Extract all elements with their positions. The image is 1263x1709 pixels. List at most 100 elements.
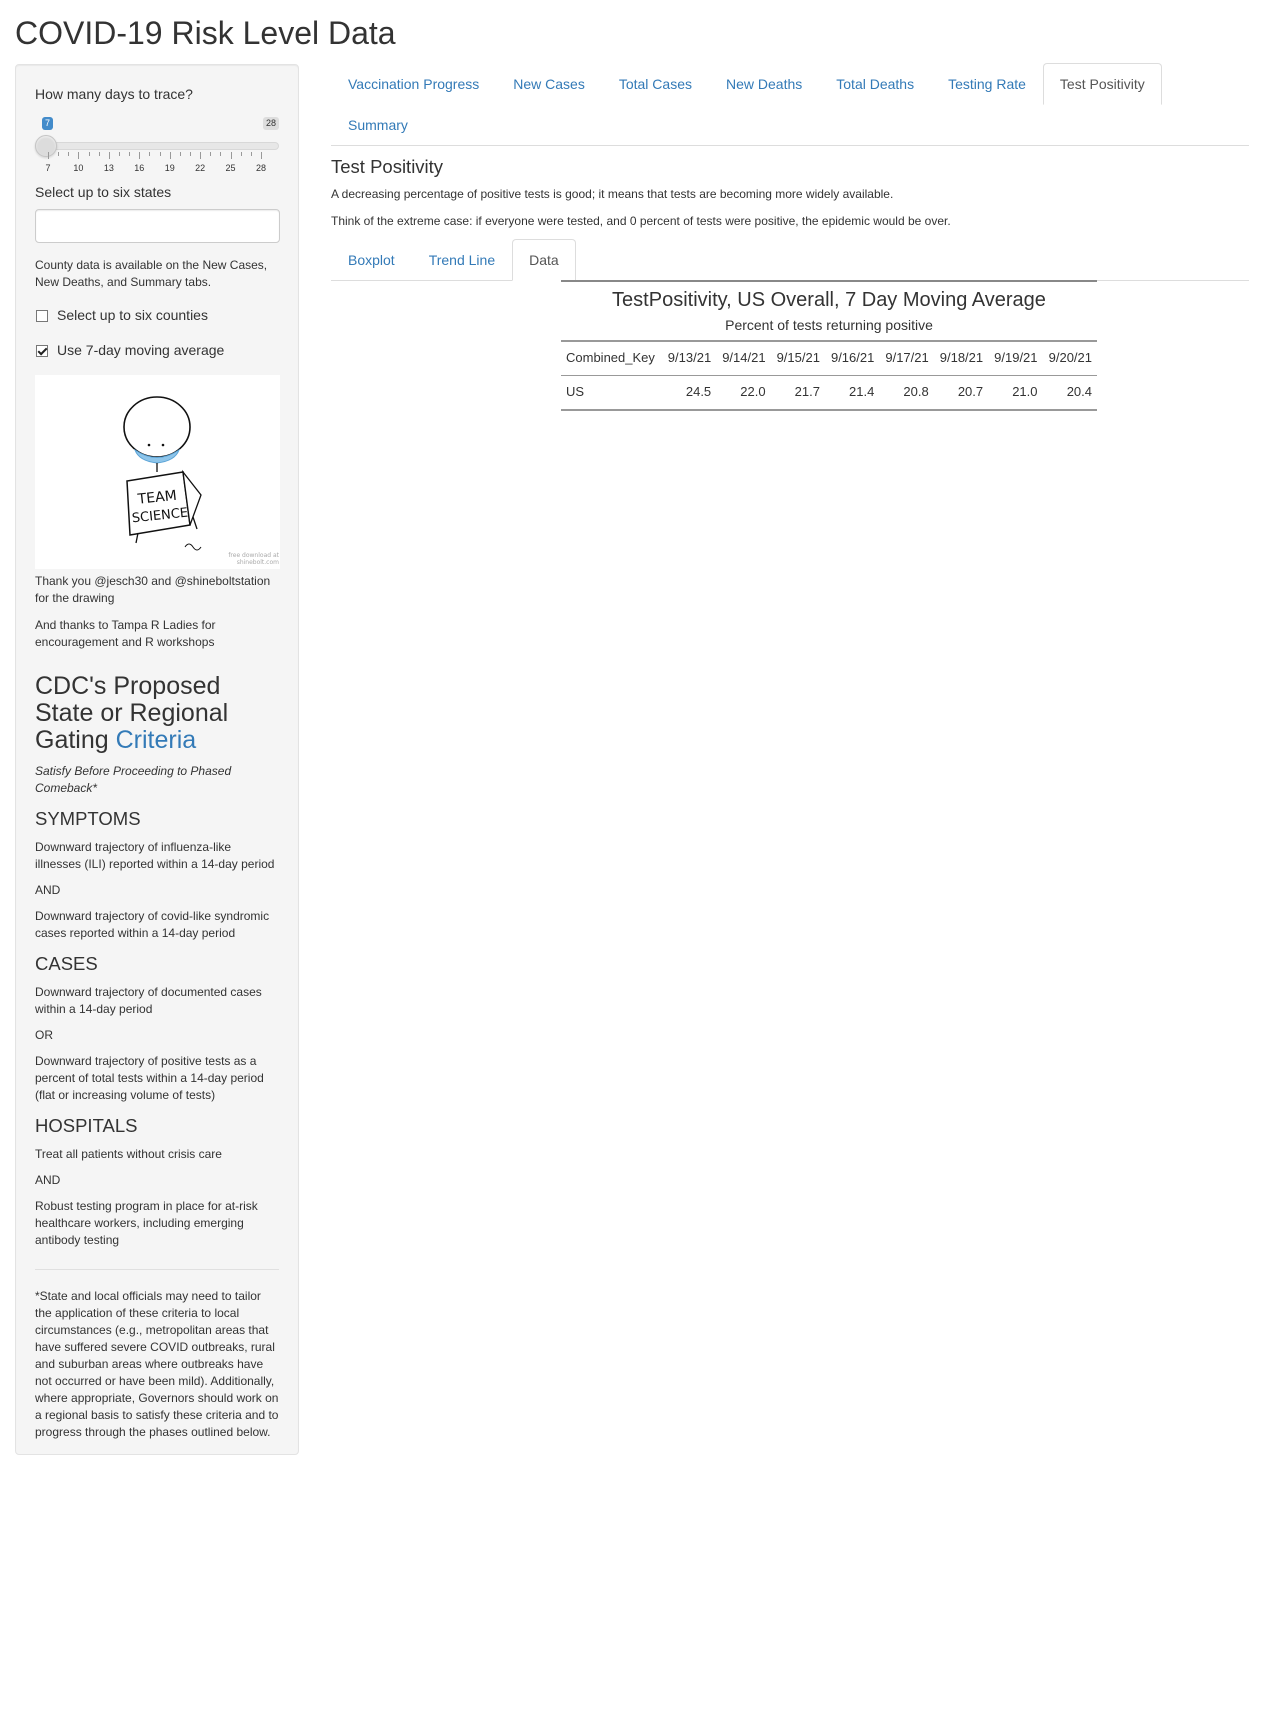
table-row: US 24.5 22.0 21.7 21.4 20.8 20.7 21.0 20.4 [561,375,1097,411]
slider-tick-label: 13 [103,163,114,174]
thanks-drawing-text: Thank you @jesch30 and @shineboltstation… [35,573,271,605]
slider-tick-label: 10 [73,163,84,174]
hospitals-text-2: Robust testing program in place for at-r… [35,1198,258,1247]
slider-tick [98,152,100,157]
days-slider[interactable]: 7 28 7 10 13 16 19 22 25 28 [35,110,279,173]
days-slider-label: How many days to trace? [35,86,193,102]
panel-text-1: A decreasing percentage of positive test… [331,187,894,201]
tab-vaccination-progress[interactable]: Vaccination Progress [331,63,496,105]
symptoms-heading: SYMPTOMS [35,807,141,829]
slider-tick [68,152,70,157]
slider-tick [179,152,181,157]
page-title: COVID-19 Risk Level Data [15,15,396,51]
table-cell: 21.4 [824,375,880,411]
table-header-cell: 9/18/21 [933,339,989,376]
table-cell: US [561,375,662,411]
data-table-container: TestPositivity, US Overall, 7 Day Moving… [561,280,1097,411]
data-table: Combined_Key 9/13/21 9/14/21 9/15/21 9/16/21… [561,339,1097,411]
slider-tick-label: 16 [134,163,145,174]
cases-or: OR [35,1027,53,1042]
moving-average-checkbox[interactable] [36,344,48,357]
slider-tick [78,152,80,160]
panel-title: Test Positivity [331,156,444,177]
tab-new-deaths[interactable]: New Deaths [709,63,819,105]
slider-ticks [48,152,262,160]
slider-track[interactable] [38,142,279,151]
table-subtitle: Percent of tests returning positive [725,317,933,333]
slider-tick [139,152,141,160]
slider-tick-label: 19 [164,163,175,174]
slider-tick [129,152,131,157]
table-cell: 21.0 [988,375,1043,411]
symptoms-text-1: Downward trajectory of influenza-like il… [35,839,275,871]
cdc-criteria-link[interactable]: Criteria [116,726,197,754]
table-cell: 20.7 [933,375,989,411]
symptoms-text-2: Downward trajectory of covid-like syndro… [35,908,270,940]
main-tabs: Vaccination Progress New Cases Total Cases… [331,63,1249,146]
tab-total-deaths[interactable]: Total Deaths [819,63,931,105]
table-header-cell: 9/15/21 [770,339,825,376]
county-data-note: County data is available on the New Case… [35,257,268,289]
tab-testing-rate[interactable]: Testing Rate [931,63,1043,105]
slider-tick [189,152,191,157]
slider-max-badge: 28 [262,117,279,131]
slider-tick [48,152,49,160]
subtab-boxplot[interactable]: Boxplot [331,239,412,281]
team-science-illustration: TEAM SCIENCE free download at shinebolt.… [123,395,280,566]
slider-tick [149,152,151,157]
slider-tick-label: 22 [195,163,206,174]
states-select-label: Select up to six states [35,184,172,201]
slider-tick [240,152,242,157]
slider-tick [169,152,171,160]
slider-tick [261,152,262,160]
team-science-drawing: TEAM SCIENCE free download at shinebolt.… [35,374,280,569]
table-header-cell: 9/19/21 [988,339,1043,376]
cdc-heading: CDC's Proposed State or Regional Gating … [35,672,279,754]
slider-tick [200,152,202,160]
tab-summary[interactable]: Summary [331,104,425,146]
states-select-input[interactable] [35,208,280,243]
sub-tabs: Boxplot Trend Line Data [331,239,1249,281]
slider-tick [250,152,252,157]
counties-checkbox-label[interactable]: Select up to six counties [57,305,208,325]
table-cell: 22.0 [716,375,771,411]
cases-heading: CASES [35,952,98,974]
subtab-data[interactable]: Data [512,239,576,281]
table-header-cell: 9/14/21 [716,339,771,376]
slider-value-badge: 7 [42,117,54,131]
cdc-subtitle: Satisfy Before Proceeding to Phased Come… [35,763,232,795]
panel-text-2: Think of the extreme case: if everyone w… [331,214,951,228]
drawing-credit-line2: shinebolt.com [237,559,279,566]
drawing-credit-line1: free download at [228,552,279,559]
table-header-cell: 9/20/21 [1042,339,1097,376]
main-panel: Vaccination Progress New Cases Total Cases… [331,63,1249,411]
table-header-row: Combined_Key 9/13/21 9/14/21 9/15/21 9/16/21… [561,339,1097,376]
table-header-cell: Combined_Key [561,339,662,376]
slider-tick [88,152,90,157]
slider-tick [220,152,222,157]
slider-tick-label: 25 [225,163,236,174]
hospitals-heading: HOSPITALS [35,1114,138,1136]
slider-tick [230,152,232,160]
table-cell: 20.8 [879,375,934,411]
moving-average-checkbox-label[interactable]: Use 7-day moving average [57,340,224,360]
slider-tick [159,152,161,157]
table-header-cell: 9/17/21 [879,339,934,376]
cases-text-2: Downward trajectory of positive tests as… [35,1053,264,1102]
counties-checkbox[interactable] [36,309,48,322]
moving-average-checkbox-row[interactable]: Use 7-day moving average [35,341,279,361]
slider-tick-label: 7 [45,163,51,174]
subtab-trend-line[interactable]: Trend Line [412,239,512,281]
slider-tick [58,152,60,157]
footnote: *State and local officials may need to t… [35,1288,279,1439]
slider-tick [210,152,212,157]
table-cell: 24.5 [661,375,717,411]
symptoms-and: AND [35,882,61,897]
tab-total-cases[interactable]: Total Cases [602,63,709,105]
slider-tick [118,152,120,157]
slider-tick-labels: 7 10 13 16 19 22 25 28 [45,162,266,174]
hospitals-text-1: Treat all patients without crisis care [35,1146,222,1161]
tab-new-cases[interactable]: New Cases [496,63,602,105]
counties-checkbox-row[interactable]: Select up to six counties [35,306,279,326]
tab-test-positivity[interactable]: Test Positivity [1042,63,1162,105]
